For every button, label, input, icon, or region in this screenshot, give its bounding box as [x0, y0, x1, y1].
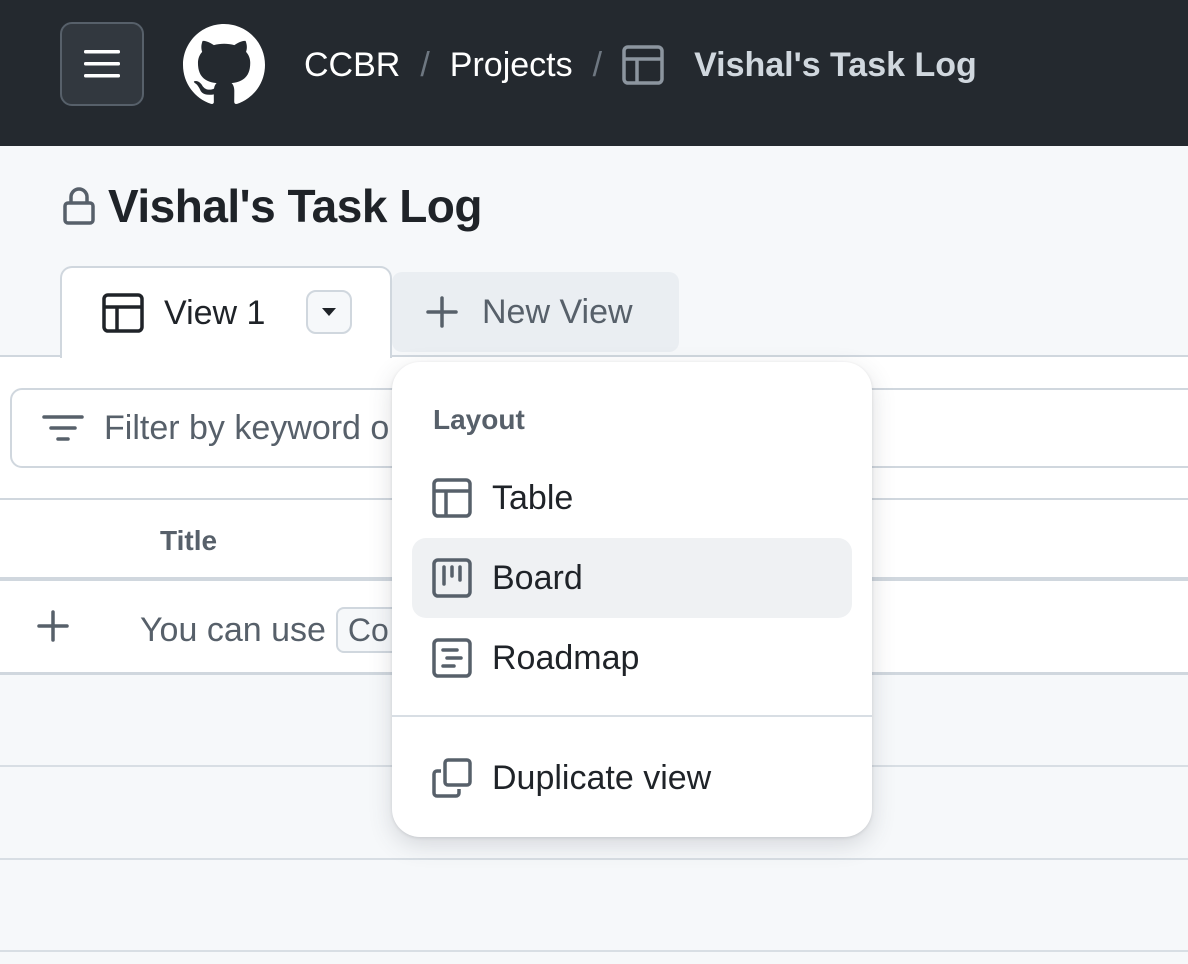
menu-item-label: Roadmap: [492, 638, 640, 677]
breadcrumb-projects-link[interactable]: Projects: [450, 46, 573, 85]
hamburger-menu-icon: [84, 50, 120, 78]
duplicate-icon: [432, 758, 472, 798]
hamburger-menu-button[interactable]: [60, 22, 144, 106]
plus-icon: [426, 296, 458, 328]
page-title-row: Vishal's Task Log: [62, 178, 483, 234]
lock-icon: [62, 186, 96, 226]
menu-item-label: Duplicate view: [492, 758, 712, 797]
board-icon: [432, 558, 472, 598]
github-logo-icon[interactable]: [183, 24, 265, 106]
table-icon: [432, 478, 472, 518]
top-header: CCBR / Projects / Vishal's Task Log: [0, 0, 1188, 146]
menu-item-table[interactable]: Table: [412, 458, 852, 538]
filter-placeholder: Filter by keyword o: [104, 408, 390, 447]
caret-down-icon: [322, 308, 336, 316]
table-icon: [102, 293, 144, 333]
column-header-title[interactable]: Title: [160, 525, 217, 557]
menu-item-label: Board: [492, 558, 583, 597]
table-icon: [622, 45, 664, 85]
breadcrumb-separator: /: [420, 45, 430, 84]
view-options-button[interactable]: [306, 290, 352, 334]
breadcrumb: CCBR / Projects / Vishal's Task Log: [304, 40, 977, 90]
new-view-button[interactable]: New View: [392, 272, 679, 352]
page-title: Vishal's Task Log: [108, 180, 483, 232]
breadcrumb-project-link[interactable]: Vishal's Task Log: [694, 46, 977, 85]
breadcrumb-separator: /: [592, 45, 603, 84]
add-item-icon[interactable]: [36, 609, 70, 643]
new-view-label: New View: [482, 292, 633, 331]
menu-item-duplicate-view[interactable]: Duplicate view: [412, 738, 852, 818]
menu-item-roadmap[interactable]: Roadmap: [412, 618, 852, 698]
breadcrumb-org-link[interactable]: CCBR: [304, 46, 400, 85]
menu-divider: [392, 715, 872, 717]
add-item-hint: You can use: [140, 610, 326, 649]
layout-dropdown-menu: Layout Table Board Roadmap Duplicate vie…: [392, 362, 872, 837]
tab-label: View 1: [164, 293, 266, 332]
menu-section-header: Layout: [433, 404, 525, 435]
divider: [0, 950, 1188, 952]
filter-icon: [42, 413, 84, 443]
add-item-row[interactable]: You can use Co: [140, 607, 401, 653]
roadmap-icon: [432, 638, 472, 678]
menu-item-label: Table: [492, 478, 574, 517]
divider: [0, 858, 1188, 860]
tab-view-1[interactable]: View 1: [60, 266, 392, 358]
menu-item-board[interactable]: Board: [412, 538, 852, 618]
